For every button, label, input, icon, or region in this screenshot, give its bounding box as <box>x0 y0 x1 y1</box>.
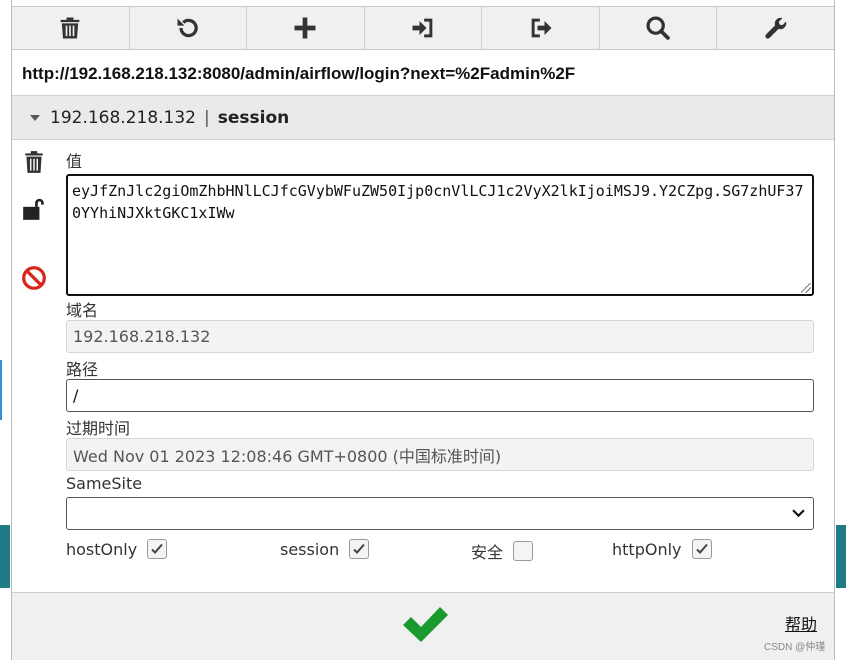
check-icon <box>695 543 708 554</box>
plus-icon <box>294 17 316 39</box>
session-label: session <box>280 539 340 559</box>
chevron-down-icon <box>792 509 805 518</box>
session-flag: session <box>280 539 370 559</box>
separator: | <box>204 107 210 128</box>
footer-bar: 帮助 CSDN @仲瑾 <box>12 592 834 660</box>
background-page-fragment <box>0 360 10 420</box>
undo-icon <box>177 18 198 38</box>
httponly-flag: httpOnly <box>612 539 712 559</box>
url-display: http://192.168.218.132:8080/admin/airflo… <box>12 52 834 96</box>
check-icon <box>353 543 365 554</box>
checkmark-icon <box>403 607 448 642</box>
toolbar <box>12 6 834 50</box>
secure-flag: 安全 <box>471 539 534 563</box>
wrench-icon <box>765 17 786 39</box>
domain-field[interactable]: 192.168.218.132 <box>66 320 814 353</box>
hostonly-checkbox[interactable] <box>147 539 168 559</box>
cookie-editor-popup: http://192.168.218.132:8080/admin/airflo… <box>11 0 835 660</box>
caret-down-icon <box>30 114 40 121</box>
secure-label: 安全 <box>471 543 504 562</box>
background-page-fragment <box>836 525 846 588</box>
check-icon <box>151 543 163 554</box>
cookie-name: session <box>217 107 290 128</box>
path-field[interactable]: / <box>66 379 814 412</box>
options-button[interactable] <box>717 7 834 49</box>
search-button[interactable] <box>600 7 718 49</box>
samesite-select[interactable] <box>66 497 814 530</box>
import-button[interactable] <box>365 7 483 49</box>
reset-button[interactable] <box>130 7 248 49</box>
trash-icon <box>25 151 43 173</box>
search-icon <box>646 16 670 40</box>
value-textarea[interactable]: eyJfZnJlc2giOmZhbHNlLCJfcGVybWFuZW50Ijp0… <box>66 174 814 296</box>
block-icon <box>22 266 46 290</box>
delete-all-button[interactable] <box>12 7 130 49</box>
cookie-header[interactable]: 192.168.218.132 | session <box>12 96 834 140</box>
expires-label: 过期时间 <box>66 419 131 438</box>
expires-field[interactable]: Wed Nov 01 2023 12:08:46 GMT+0800 (中国标准时… <box>66 438 814 471</box>
confirm-button[interactable] <box>400 603 450 645</box>
export-icon <box>531 18 552 38</box>
background-page-fragment <box>0 525 10 588</box>
export-button[interactable] <box>482 7 600 49</box>
httponly-checkbox[interactable] <box>691 539 712 559</box>
unlock-icon <box>23 198 44 220</box>
session-checkbox[interactable] <box>349 539 370 559</box>
flags-row: hostOnly session 安全 httpOnly <box>66 539 814 565</box>
value-label: 值 <box>66 152 83 171</box>
import-icon <box>412 18 433 38</box>
protect-cookie-button[interactable] <box>20 195 48 223</box>
hostonly-flag: hostOnly <box>66 539 168 559</box>
path-label: 路径 <box>66 360 99 379</box>
background-page-fragment <box>835 86 846 126</box>
block-cookie-button[interactable] <box>20 264 48 292</box>
help-link[interactable]: 帮助 <box>785 611 817 635</box>
cookie-domain: 192.168.218.132 <box>50 107 197 128</box>
delete-cookie-button[interactable] <box>20 148 48 176</box>
hostonly-label: hostOnly <box>66 539 138 559</box>
httponly-label: httpOnly <box>612 539 682 559</box>
samesite-label: SameSite <box>66 474 143 493</box>
trash-icon <box>60 17 80 39</box>
secure-checkbox[interactable] <box>513 541 534 561</box>
add-cookie-button[interactable] <box>247 7 365 49</box>
domain-label: 域名 <box>66 301 99 320</box>
watermark: CSDN @仲瑾 <box>764 642 826 653</box>
